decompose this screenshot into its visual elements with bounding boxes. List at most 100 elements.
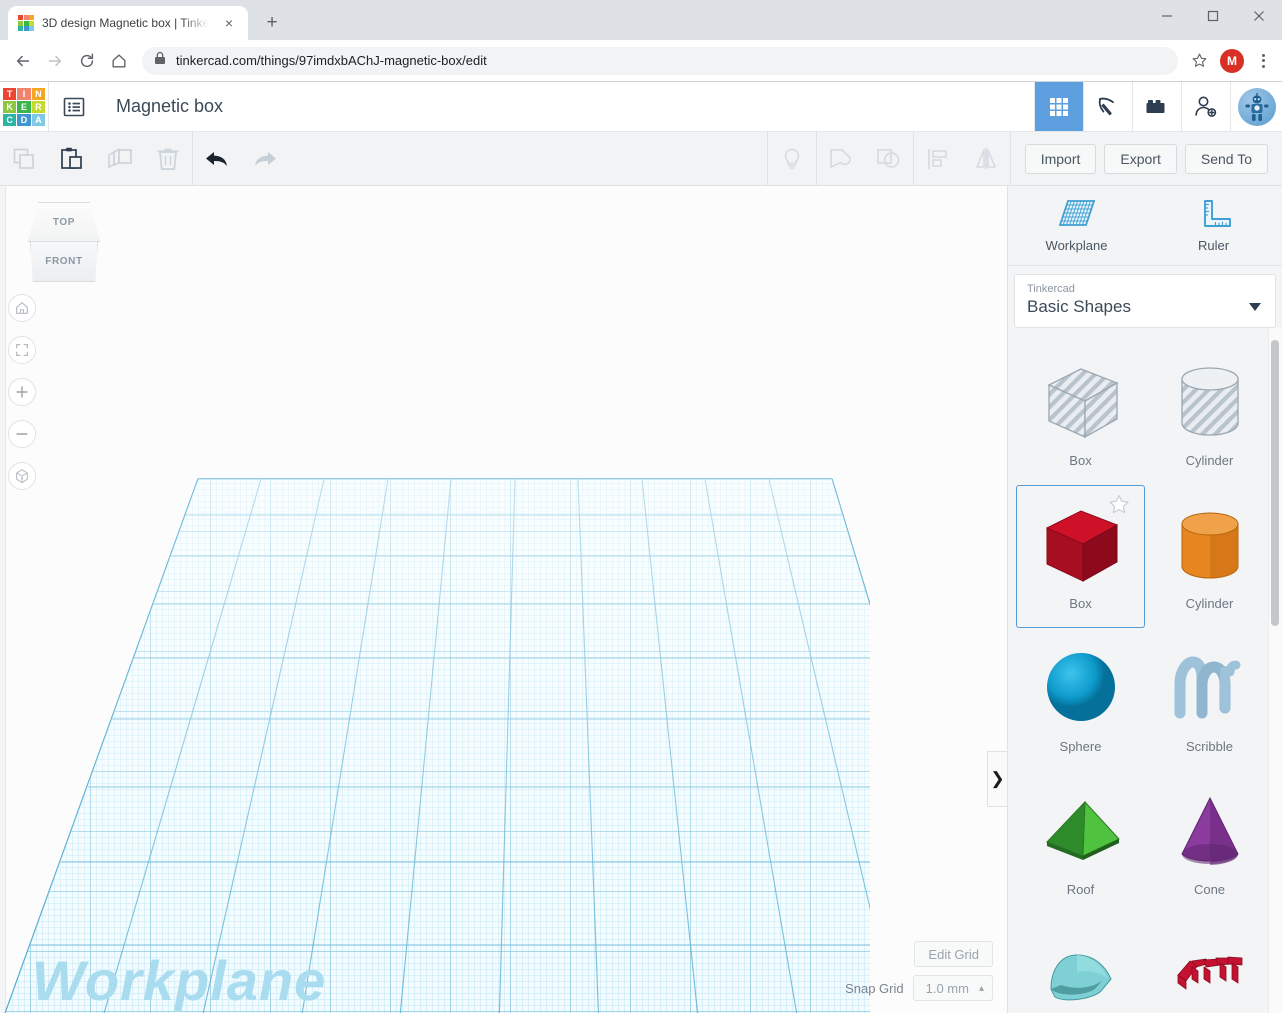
shape-cell[interactable]: Cylinder: [1145, 485, 1274, 628]
view-cube-top-face[interactable]: TOP: [28, 202, 100, 242]
3d-canvas[interactable]: Workplane TOP FRONT ❯ Edit Grid Snap Gri…: [0, 186, 1008, 1013]
url-text: tinkercad.com/things/97imdxbAChJ-magneti…: [176, 53, 487, 68]
logo-tile-n: N: [31, 87, 45, 100]
shape-label: Box: [1069, 453, 1092, 468]
chevron-up-icon: ▴: [978, 982, 984, 994]
browser-tab[interactable]: 3D design Magnetic box | Tinkercad ×: [8, 6, 248, 40]
shape-cell[interactable]: Text: [1145, 914, 1274, 1013]
address-bar[interactable]: tinkercad.com/things/97imdxbAChJ-magneti…: [142, 46, 1178, 75]
undo-button[interactable]: [193, 132, 241, 186]
shape-cell[interactable]: Cylinder: [1145, 342, 1274, 485]
shape-cell[interactable]: Sphere: [1016, 628, 1145, 771]
shapes-scrollbar-track[interactable]: [1268, 328, 1282, 1013]
hole-cylinder-icon: [1146, 349, 1273, 453]
workplane-grid: [0, 478, 870, 1013]
browser-titlebar: 3D design Magnetic box | Tinkercad × +: [0, 0, 1282, 40]
ruler-tool[interactable]: Ruler: [1145, 186, 1282, 265]
mirror-button[interactable]: [962, 132, 1010, 186]
close-window-icon[interactable]: [1236, 0, 1282, 32]
paste-button[interactable]: [48, 132, 96, 186]
lego-brick-icon[interactable]: [1132, 82, 1181, 131]
pickaxe-icon[interactable]: [1083, 82, 1132, 131]
history-tool-group: [193, 132, 289, 185]
align-button[interactable]: [914, 132, 962, 186]
browser-toolbar: tinkercad.com/things/97imdxbAChJ-magneti…: [0, 40, 1282, 82]
shape-cell[interactable]: Round Roof: [1016, 914, 1145, 1013]
shapes-scrollbar-thumb[interactable]: [1271, 340, 1279, 626]
shape-label: Cylinder: [1185, 596, 1234, 611]
logo-tile-t: T: [3, 87, 17, 100]
home-icon[interactable]: [104, 46, 134, 76]
new-tab-button[interactable]: +: [258, 9, 286, 37]
shape-cell[interactable]: Box: [1016, 485, 1145, 628]
ruler-tool-label: Ruler: [1197, 238, 1230, 253]
ortho-perspective-button[interactable]: [8, 462, 36, 490]
export-button[interactable]: Export: [1104, 143, 1177, 174]
panel-collapse-button[interactable]: ❯: [987, 751, 1007, 807]
tinkercad-logo[interactable]: TIN KER CDA: [0, 82, 48, 131]
view-cube-front-face[interactable]: FRONT: [30, 242, 98, 282]
back-icon[interactable]: [8, 46, 38, 76]
logo-tile-a: A: [31, 113, 45, 126]
snap-grid-value: 1.0 mm: [925, 980, 969, 996]
add-person-icon[interactable]: [1181, 82, 1230, 131]
tab-title: 3D design Magnetic box | Tinkercad: [42, 16, 212, 30]
group-tool-group: [817, 132, 913, 185]
redo-button[interactable]: [241, 132, 289, 186]
send-to-button[interactable]: Send To: [1184, 143, 1268, 174]
round-roof-icon: [1017, 921, 1144, 1013]
shape-library-dropdown[interactable]: Tinkercad Basic Shapes: [1014, 274, 1276, 328]
shapes-scroll-area[interactable]: Box Cylinder Box Cylinder Sphere Scribbl…: [1008, 328, 1282, 1013]
close-icon[interactable]: ×: [220, 14, 238, 32]
workplane-tool[interactable]: Workplane: [1008, 186, 1145, 265]
zoom-in-button[interactable]: [8, 378, 36, 406]
browser-profile-avatar[interactable]: M: [1220, 48, 1244, 73]
logo-tile-e: E: [17, 100, 31, 113]
ruler-icon: [1203, 200, 1231, 227]
group-button[interactable]: [817, 132, 865, 186]
duplicate-button[interactable]: [96, 132, 144, 186]
favorite-star-icon[interactable]: [1108, 494, 1130, 520]
blocks-grid-icon[interactable]: [1034, 82, 1083, 131]
shape-label: Cone: [1193, 882, 1226, 897]
shape-cell[interactable]: Scribble: [1145, 628, 1274, 771]
light-button[interactable]: [768, 132, 816, 186]
logo-tile-r: R: [31, 100, 45, 113]
project-menu-button[interactable]: [48, 82, 98, 131]
view-cube-front-label: FRONT: [45, 256, 83, 267]
grid-controls: Edit Grid Snap Grid 1.0 mm ▴: [845, 941, 993, 1001]
copy-button[interactable]: [0, 132, 48, 186]
panel-tool-row: Workplane Ruler: [1008, 186, 1282, 266]
page-title[interactable]: Magnetic box: [98, 82, 1034, 131]
shape-label: Box: [1069, 596, 1092, 611]
bookmark-star-icon[interactable]: [1186, 48, 1212, 74]
forward-icon[interactable]: [40, 46, 70, 76]
maximize-icon[interactable]: [1190, 0, 1236, 32]
zoom-out-button[interactable]: [8, 420, 36, 448]
shape-cell[interactable]: Box: [1016, 342, 1145, 485]
shape-label: Scribble: [1186, 739, 1233, 754]
minimize-icon[interactable]: [1144, 0, 1190, 32]
chevron-down-icon: [1249, 303, 1261, 311]
edit-grid-button[interactable]: Edit Grid: [914, 941, 993, 967]
snap-grid-select[interactable]: 1.0 mm ▴: [912, 975, 993, 1001]
shape-cell[interactable]: Cone: [1145, 771, 1274, 914]
shape-cell[interactable]: Roof: [1016, 771, 1145, 914]
home-view-button[interactable]: [8, 294, 36, 322]
fit-view-button[interactable]: [8, 336, 36, 364]
kebab-menu-icon[interactable]: [1252, 48, 1274, 74]
view-cube[interactable]: TOP FRONT: [28, 202, 100, 282]
reload-icon[interactable]: [72, 46, 102, 76]
view-tool-group: [768, 132, 816, 185]
logo-tile-d: D: [17, 113, 31, 126]
solid-sphere-icon: [1017, 635, 1144, 739]
import-button[interactable]: Import: [1024, 143, 1097, 174]
edit-tool-group: [0, 132, 192, 185]
delete-button[interactable]: [144, 132, 192, 186]
cone-icon: [1146, 778, 1273, 882]
shape-label: Cylinder: [1185, 453, 1234, 468]
ungroup-button[interactable]: [865, 132, 913, 186]
user-avatar-wrapper[interactable]: [1230, 82, 1282, 131]
view-cube-top-label: TOP: [52, 216, 76, 228]
